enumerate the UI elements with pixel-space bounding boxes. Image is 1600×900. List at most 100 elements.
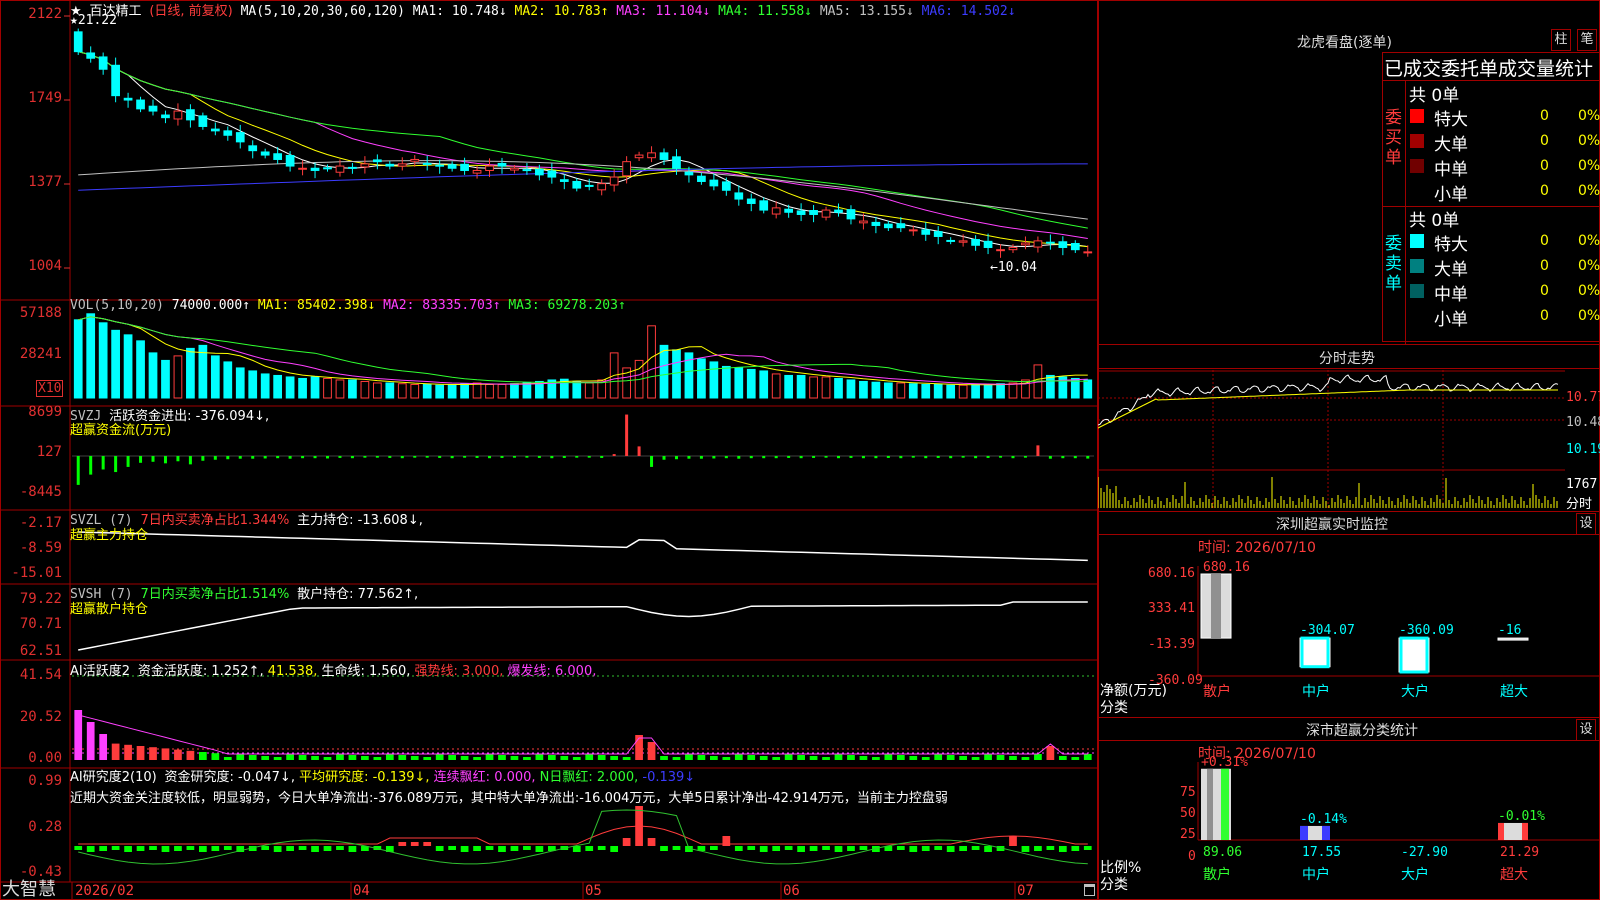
ai1-bar bbox=[722, 757, 731, 760]
intraday-chart[interactable] bbox=[1098, 370, 1565, 510]
class-bar-stripe bbox=[1300, 825, 1308, 840]
vol-label: VOL(5,10,20) bbox=[70, 298, 164, 313]
candle-body bbox=[996, 249, 1005, 252]
ai2-bar bbox=[1071, 846, 1080, 851]
candle-body bbox=[136, 99, 145, 110]
volume-bar bbox=[1008, 382, 1018, 399]
ai2-line-red bbox=[78, 825, 1088, 845]
ai2-item-5: -0.139↓ bbox=[638, 770, 696, 785]
volume-bar bbox=[285, 376, 295, 399]
period-label[interactable]: (日线, 前复权) bbox=[149, 4, 232, 19]
ai2-bar bbox=[1046, 846, 1055, 850]
class-tick: 25 bbox=[1180, 827, 1196, 842]
candle-body bbox=[348, 166, 357, 169]
svzj-bar bbox=[276, 456, 280, 459]
sell-row-count: 0 bbox=[1540, 308, 1549, 324]
svzj-bar bbox=[674, 456, 678, 460]
svsh-sub: 超赢散户持仓 bbox=[70, 602, 149, 617]
intraday-tick: 10.48 bbox=[1566, 415, 1600, 430]
candle-body bbox=[784, 208, 794, 213]
buy-total: 共 0单 bbox=[1409, 86, 1460, 106]
ai1-bar bbox=[535, 754, 544, 760]
class-chart: +0.31% 89.06 散户 -0.14% 17.55 中户 -27.90 大户 -0.01%… bbox=[1197, 755, 1600, 883]
ai2-comment: 近期大资金关注度较低，明显弱势，今日大单净流出:-376.089万元，其中特大单… bbox=[70, 791, 948, 806]
monitor-bar-shade bbox=[1211, 574, 1221, 639]
ma-line-4 bbox=[78, 51, 1088, 229]
svzj-bar bbox=[1086, 456, 1090, 459]
volume-bar bbox=[946, 384, 956, 399]
candle-body bbox=[285, 155, 295, 167]
volume-bar bbox=[148, 352, 158, 399]
svzj-bar bbox=[151, 456, 155, 462]
ai1-bar bbox=[660, 756, 668, 760]
class-bar-stripe bbox=[1207, 768, 1213, 840]
ai1-item-1: 资金活跃度: 1.252↑, bbox=[137, 664, 264, 679]
svzj-bar bbox=[1023, 456, 1027, 458]
volume-bar bbox=[796, 374, 806, 399]
class-bar-bottom-value: 89.06 bbox=[1203, 845, 1242, 860]
lhb-title: 龙虎看盘(逐单) bbox=[1297, 35, 1392, 51]
svzj-bar bbox=[213, 456, 217, 460]
ma-value-1: 10.748↓ bbox=[451, 4, 507, 19]
monitor-bar-value: -304.07 bbox=[1300, 623, 1355, 638]
high-price-marker: ★21.22 bbox=[70, 13, 117, 28]
buy-color-swatch bbox=[1410, 109, 1424, 123]
sell-color-swatch bbox=[1410, 259, 1424, 273]
svzj-bar bbox=[537, 456, 541, 458]
ai1-bar bbox=[946, 755, 955, 760]
candle-body bbox=[360, 163, 370, 168]
ma-params: MA(5,10,20,30,60,120) bbox=[240, 4, 405, 19]
ai2-bar bbox=[672, 846, 681, 850]
svsh-line bbox=[78, 601, 1088, 651]
svzj-bar bbox=[363, 456, 367, 458]
svsh-y-tick: 62.51 bbox=[19, 643, 62, 659]
monitor-settings-button[interactable]: 设 bbox=[1576, 513, 1596, 535]
candle-body bbox=[1046, 241, 1055, 244]
ai1-bar bbox=[99, 734, 108, 760]
tab-zhu[interactable]: 柱 bbox=[1551, 29, 1571, 51]
high-price-value: 21.22 bbox=[77, 13, 117, 28]
monitor-bar-category: 散户 bbox=[1203, 683, 1231, 700]
candle-body bbox=[933, 231, 943, 237]
candle-body bbox=[273, 153, 283, 160]
lock-icon[interactable] bbox=[1084, 884, 1095, 896]
ai2-bar bbox=[460, 846, 469, 852]
class-settings-button[interactable]: 设 bbox=[1576, 719, 1596, 741]
buy-row-name: 中单 bbox=[1434, 160, 1468, 180]
svzj-bar bbox=[712, 456, 716, 459]
ai1-bar bbox=[423, 757, 432, 760]
ai1-bar bbox=[161, 748, 170, 760]
stock-chart-canvas[interactable] bbox=[0, 0, 1098, 900]
ai1-bar bbox=[223, 757, 232, 760]
svzj-bar bbox=[812, 456, 816, 458]
sell-row-pct: 0% bbox=[1578, 258, 1600, 274]
candle-body bbox=[223, 130, 233, 136]
ai1-y-tick: 41.54 bbox=[19, 667, 62, 683]
candle-body bbox=[173, 110, 183, 120]
ai2-bar bbox=[847, 846, 855, 851]
svzj-bar bbox=[974, 456, 978, 459]
volume-bar bbox=[809, 376, 818, 399]
ai2-y-tick: -0.43 bbox=[19, 864, 62, 880]
ma-value-3: 69278.203↑ bbox=[547, 298, 626, 313]
volume-bar bbox=[659, 344, 669, 399]
ai2-bar bbox=[448, 846, 456, 850]
sell-row-count: 0 bbox=[1540, 258, 1549, 274]
ai2-bar bbox=[710, 846, 718, 850]
candle-body bbox=[1058, 241, 1068, 248]
ai2-bar bbox=[199, 846, 207, 852]
candle-body bbox=[235, 132, 245, 143]
volume-bar bbox=[310, 376, 320, 399]
sell-row-name: 小单 bbox=[1434, 310, 1468, 330]
ai2-bar bbox=[523, 846, 531, 850]
ai2-bar bbox=[660, 846, 668, 851]
ai2-bar bbox=[1058, 846, 1067, 852]
volume-bar bbox=[372, 382, 382, 399]
volume-bar bbox=[248, 370, 258, 399]
ai2-bar bbox=[273, 846, 282, 852]
tab-bi[interactable]: 笔 bbox=[1577, 29, 1597, 51]
candle-body bbox=[746, 198, 756, 204]
ai1-bar bbox=[261, 756, 270, 760]
svzj-bar bbox=[899, 456, 903, 459]
candle-body bbox=[672, 156, 681, 169]
